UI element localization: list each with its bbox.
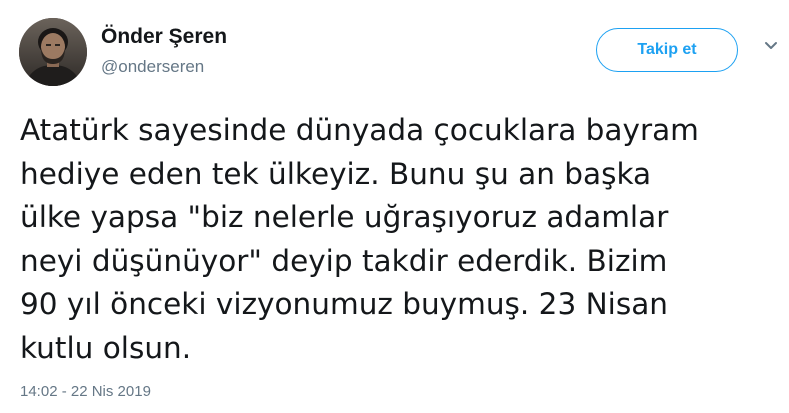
tweet-text-line: 90 yıl önceki vizyonumuz buymuş. 23 Nisa… bbox=[20, 287, 669, 321]
tweet-timestamp[interactable]: 14:02 - 22 Nis 2019 bbox=[20, 383, 151, 400]
follow-button[interactable]: Takip et bbox=[596, 28, 738, 72]
avatar[interactable] bbox=[19, 18, 87, 86]
tweet-text: Atatürk sayesinde dünyada çocuklara bayr… bbox=[20, 109, 780, 370]
tweet-text-line: neyi düşünüyor" deyip takdir ederdik. Bi… bbox=[20, 243, 668, 278]
user-avatar-photo bbox=[19, 18, 87, 86]
tweet-text-line: kutlu olsun. bbox=[20, 330, 192, 365]
tweet-card: Önder Şeren @onderseren Takip et Atatürk… bbox=[0, 0, 789, 413]
author-handle[interactable]: @onderseren bbox=[101, 57, 204, 77]
tweet-text-line: ülke yapsa "biz nelerle uğraşıyoruz adam… bbox=[20, 200, 669, 234]
chevron-down-icon[interactable] bbox=[764, 41, 778, 51]
tweet-text-line: Atatürk sayesinde dünyada çocuklara bayr… bbox=[20, 113, 699, 147]
tweet-text-line: hediye eden tek ülkeyiz. Bunu şu an başk… bbox=[20, 156, 652, 191]
author-name[interactable]: Önder Şeren bbox=[101, 25, 227, 49]
